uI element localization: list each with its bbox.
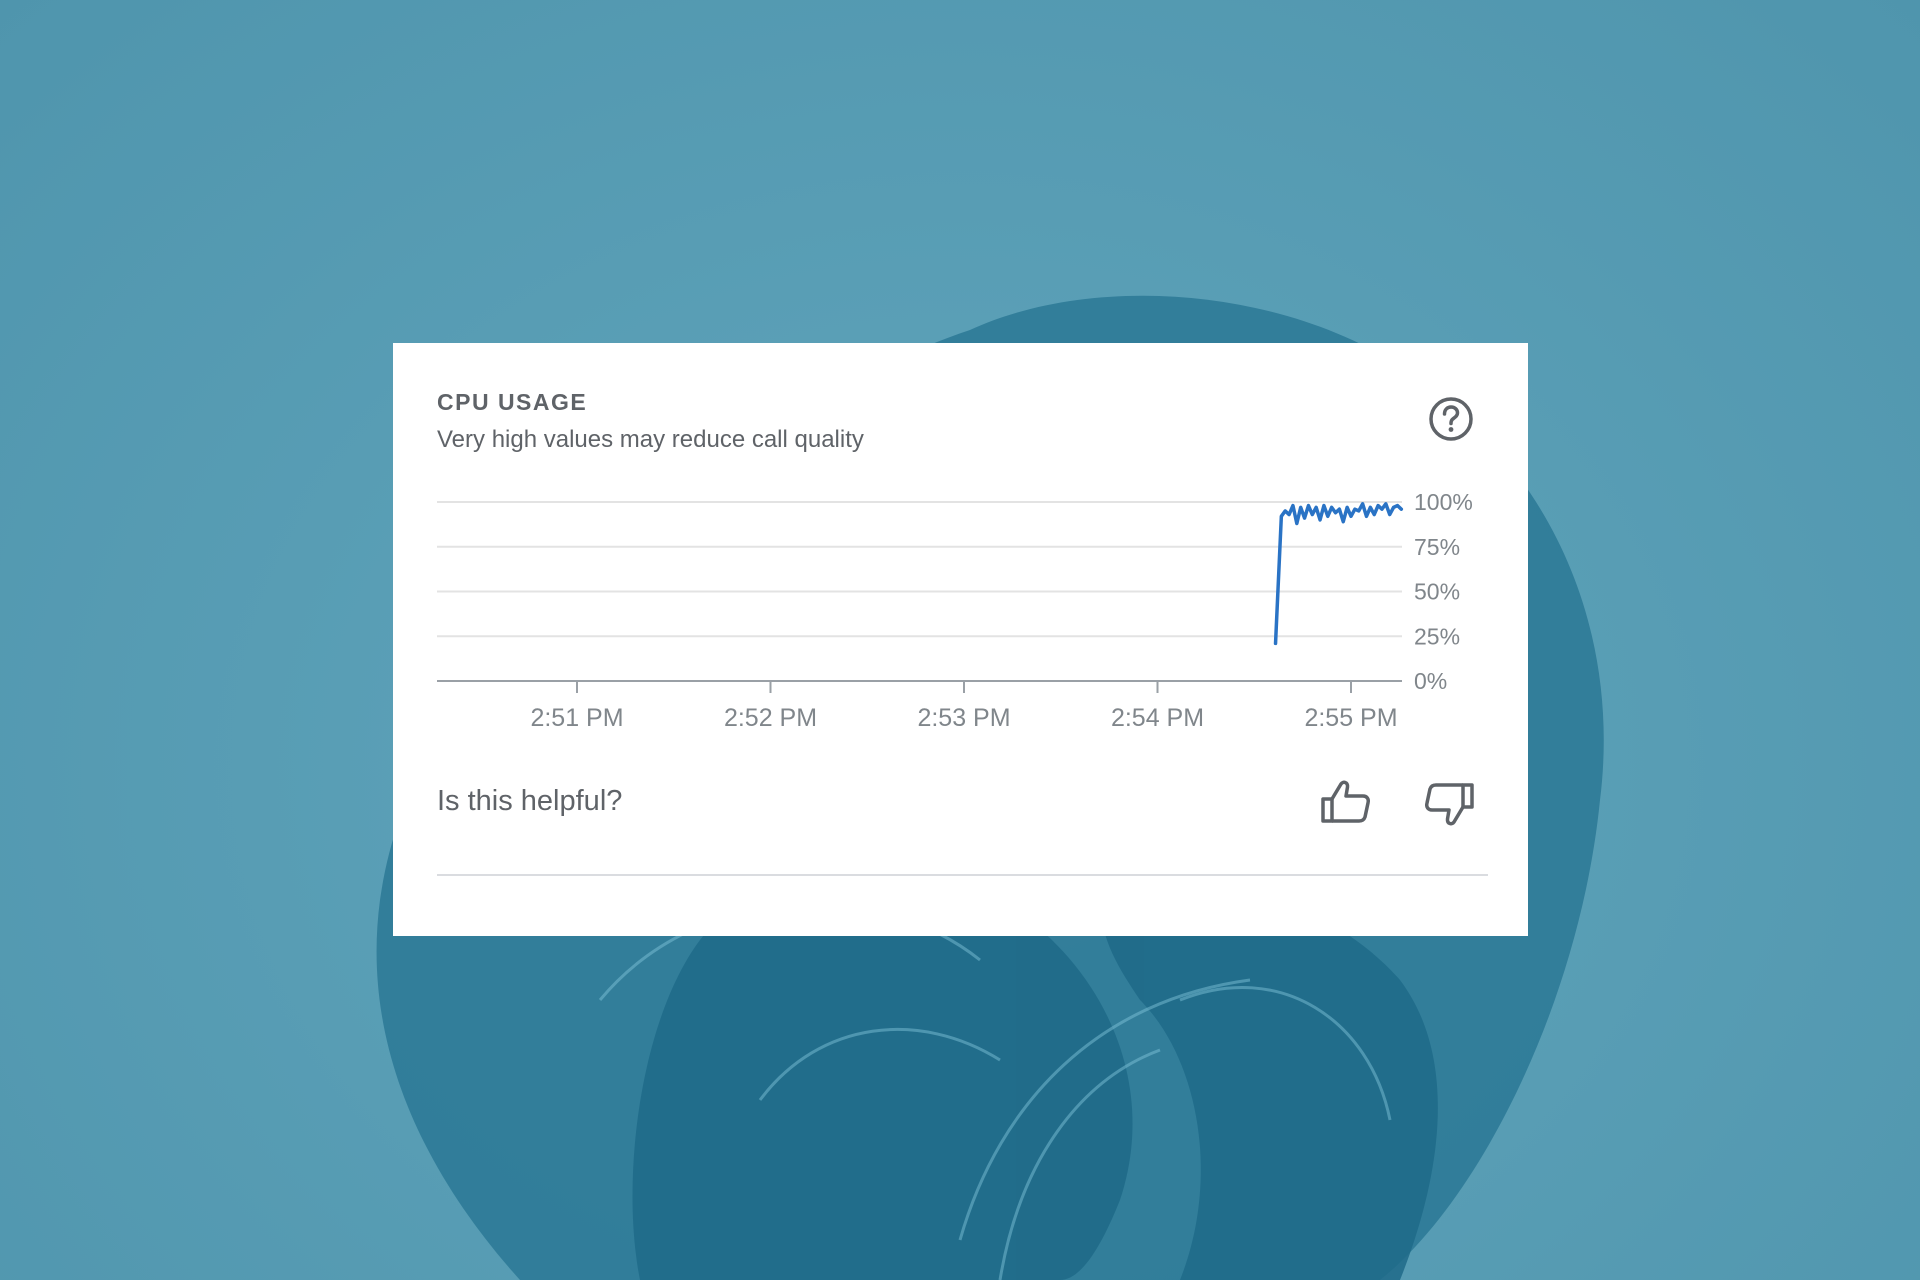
x-tick-label: 2:54 PM [1111,704,1204,732]
thumb-down-icon[interactable] [1420,775,1476,831]
cpu-usage-card: CPU USAGE Very high values may reduce ca… [393,343,1528,936]
x-tick-label: 2:51 PM [530,704,623,732]
feedback-prompt: Is this helpful? [437,785,623,817]
y-tick-label: 100% [1414,489,1473,515]
x-tick-label: 2:53 PM [917,704,1010,732]
y-tick-label: 50% [1414,579,1460,605]
x-tick-label: 2:52 PM [724,704,817,732]
bottom-divider [437,874,1488,876]
y-tick-label: 25% [1414,623,1460,649]
cpu-usage-chart: 0% 25% 50% 75% 100% 2:51 PM 2:52 PM 2:53 PM 2:54… [437,489,1473,732]
thumb-up-icon[interactable] [1319,775,1375,831]
cpu-usage-line [1273,502,1404,646]
y-tick-label: 75% [1414,534,1460,560]
y-tick-label: 0% [1414,668,1447,694]
x-tick-label: 2:55 PM [1304,704,1397,732]
